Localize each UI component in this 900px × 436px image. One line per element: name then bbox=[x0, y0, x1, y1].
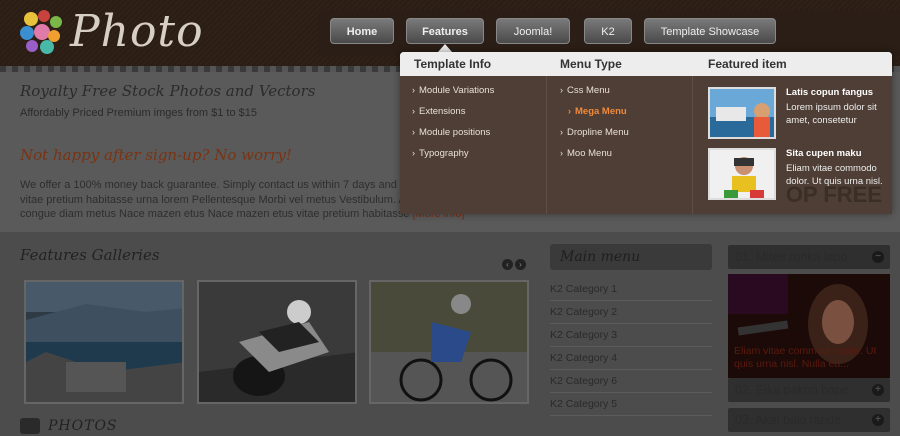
col-featured-title: Featured item bbox=[708, 57, 787, 71]
menu-item-module-positions[interactable]: › Module positions bbox=[412, 127, 490, 138]
accordion-item-2[interactable]: 02. Eika pakon hape + bbox=[728, 378, 890, 402]
gallery-title: Features Galleries bbox=[20, 246, 160, 264]
main-menu-item[interactable]: K2 Category 6 bbox=[550, 370, 712, 393]
mega-menu-header: Template Info Menu Type Featured item bbox=[400, 52, 892, 76]
accordion-item-3[interactable]: 03. Akal baki rande + bbox=[728, 408, 890, 432]
nav-template-showcase[interactable]: Template Showcase bbox=[644, 18, 776, 44]
accordion-label: 03. Akal baki rande bbox=[735, 413, 842, 427]
intro-title: Royalty Free Stock Photos and Vectors bbox=[20, 82, 316, 100]
promo-title: Not happy after sign-up? No worry! bbox=[20, 146, 292, 164]
expand-icon[interactable]: + bbox=[872, 414, 884, 426]
featured-thumb-1[interactable] bbox=[708, 87, 776, 139]
menu-item-moo-menu[interactable]: › Moo Menu bbox=[560, 148, 612, 159]
menu-item-dropline-menu[interactable]: › Dropline Menu bbox=[560, 127, 629, 138]
prev-arrow-icon[interactable]: ‹ bbox=[502, 259, 513, 270]
logo[interactable]: Photo bbox=[18, 6, 208, 60]
main-menu-item[interactable]: K2 Category 4 bbox=[550, 347, 712, 370]
collapse-icon[interactable]: − bbox=[872, 251, 884, 263]
nav-joomla[interactable]: Joomla! bbox=[496, 18, 570, 44]
col-template-info-title: Template Info bbox=[414, 57, 492, 71]
divider bbox=[546, 76, 547, 214]
nav-k2[interactable]: K2 bbox=[584, 18, 632, 44]
featured-desc-2: Eliam vitae commodo dolor. Ut quis urna … bbox=[786, 163, 883, 187]
menu-item-mega-menu[interactable]: › Mega Menu bbox=[568, 106, 627, 117]
divider bbox=[692, 76, 693, 214]
next-arrow-icon[interactable]: › bbox=[515, 259, 526, 270]
expand-icon[interactable]: + bbox=[872, 384, 884, 396]
logo-text: Photo bbox=[70, 6, 204, 57]
accordion-item-1[interactable]: 01. Mites ronka lapo − bbox=[728, 245, 890, 269]
dropdown-caret bbox=[438, 44, 452, 52]
menu-item-typography[interactable]: › Typography bbox=[412, 148, 469, 159]
main-nav: Home Features Joomla! K2 Template Showca… bbox=[318, 10, 900, 56]
gallery-image-cyclist[interactable] bbox=[369, 280, 529, 404]
accordion-label: 01. Mites ronka lapo bbox=[735, 250, 848, 264]
main-menu-item[interactable]: K2 Category 2 bbox=[550, 301, 712, 324]
menu-item-css-menu[interactable]: › Css Menu bbox=[560, 85, 610, 96]
photos-label: PHOTOS bbox=[48, 418, 118, 434]
main-menu-item[interactable]: K2 Category 5 bbox=[550, 393, 712, 416]
featured-thumb-2[interactable] bbox=[708, 148, 776, 200]
col-menu-type-title: Menu Type bbox=[560, 57, 622, 71]
menu-item-extensions[interactable]: › Extensions bbox=[412, 106, 465, 117]
featured-desc-1: Lorem ipsum dolor sit amet, consetetur bbox=[786, 102, 877, 126]
camera-icon bbox=[20, 418, 40, 434]
featured-title-1[interactable]: Latis copun fangus bbox=[786, 87, 873, 98]
gallery-image-motorbike[interactable] bbox=[197, 280, 357, 404]
main-menu-item[interactable]: K2 Category 1 bbox=[550, 278, 712, 301]
accordion-label: 02. Eika pakon hape bbox=[735, 383, 849, 397]
accordion-caption: Eliam vitae commodo dolor. Ut quis urna … bbox=[734, 345, 877, 370]
featured-title-2[interactable]: Sita cupen maku bbox=[786, 148, 862, 159]
logo-dots-icon bbox=[18, 8, 70, 58]
intro-subtitle: Affordably Priced Premium imges from $1 … bbox=[20, 107, 258, 119]
gallery-image-coast[interactable] bbox=[24, 280, 184, 404]
main-menu-title: Main menu bbox=[550, 244, 712, 270]
gallery-arrows: ‹ › bbox=[502, 254, 528, 272]
nav-features[interactable]: Features bbox=[406, 18, 484, 44]
menu-item-module-variations[interactable]: › Module Variations bbox=[412, 85, 494, 96]
main-menu-item[interactable]: K2 Category 3 bbox=[550, 324, 712, 347]
nav-home[interactable]: Home bbox=[330, 18, 394, 44]
